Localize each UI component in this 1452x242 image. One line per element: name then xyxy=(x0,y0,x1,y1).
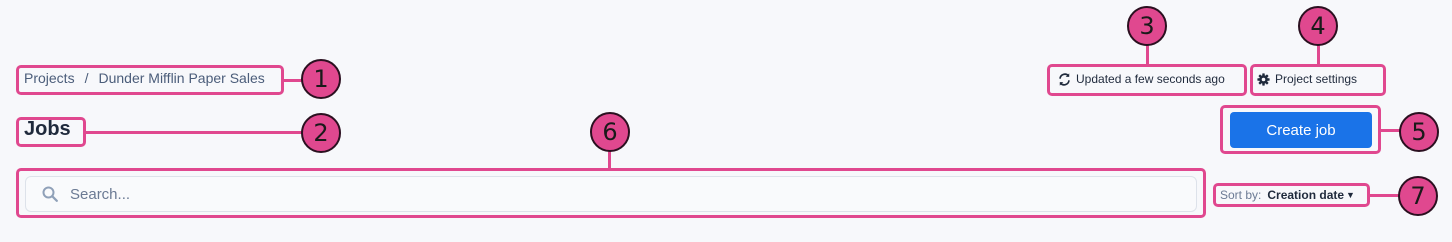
annotation-connector xyxy=(1317,44,1320,65)
annotation-box-updated xyxy=(1047,64,1247,96)
annotation-box-create xyxy=(1220,105,1381,154)
annotation-box-search xyxy=(16,168,1206,218)
annotation-connector xyxy=(86,131,304,134)
annotation-box-breadcrumb xyxy=(16,65,284,95)
annotation-badge-6: 6 xyxy=(590,112,630,152)
annotation-badge-3: 3 xyxy=(1127,6,1167,46)
annotation-box-title xyxy=(16,117,86,147)
annotation-badge-1: 1 xyxy=(301,59,341,99)
annotation-badge-4: 4 xyxy=(1298,6,1338,46)
annotation-badge-5: 5 xyxy=(1399,112,1439,152)
annotation-box-settings xyxy=(1250,64,1386,96)
annotation-box-sort xyxy=(1213,183,1370,207)
annotation-connector xyxy=(608,150,611,169)
annotation-connector xyxy=(1146,44,1149,65)
annotation-badge-2: 2 xyxy=(301,113,341,153)
annotation-badge-7: 7 xyxy=(1398,176,1438,216)
